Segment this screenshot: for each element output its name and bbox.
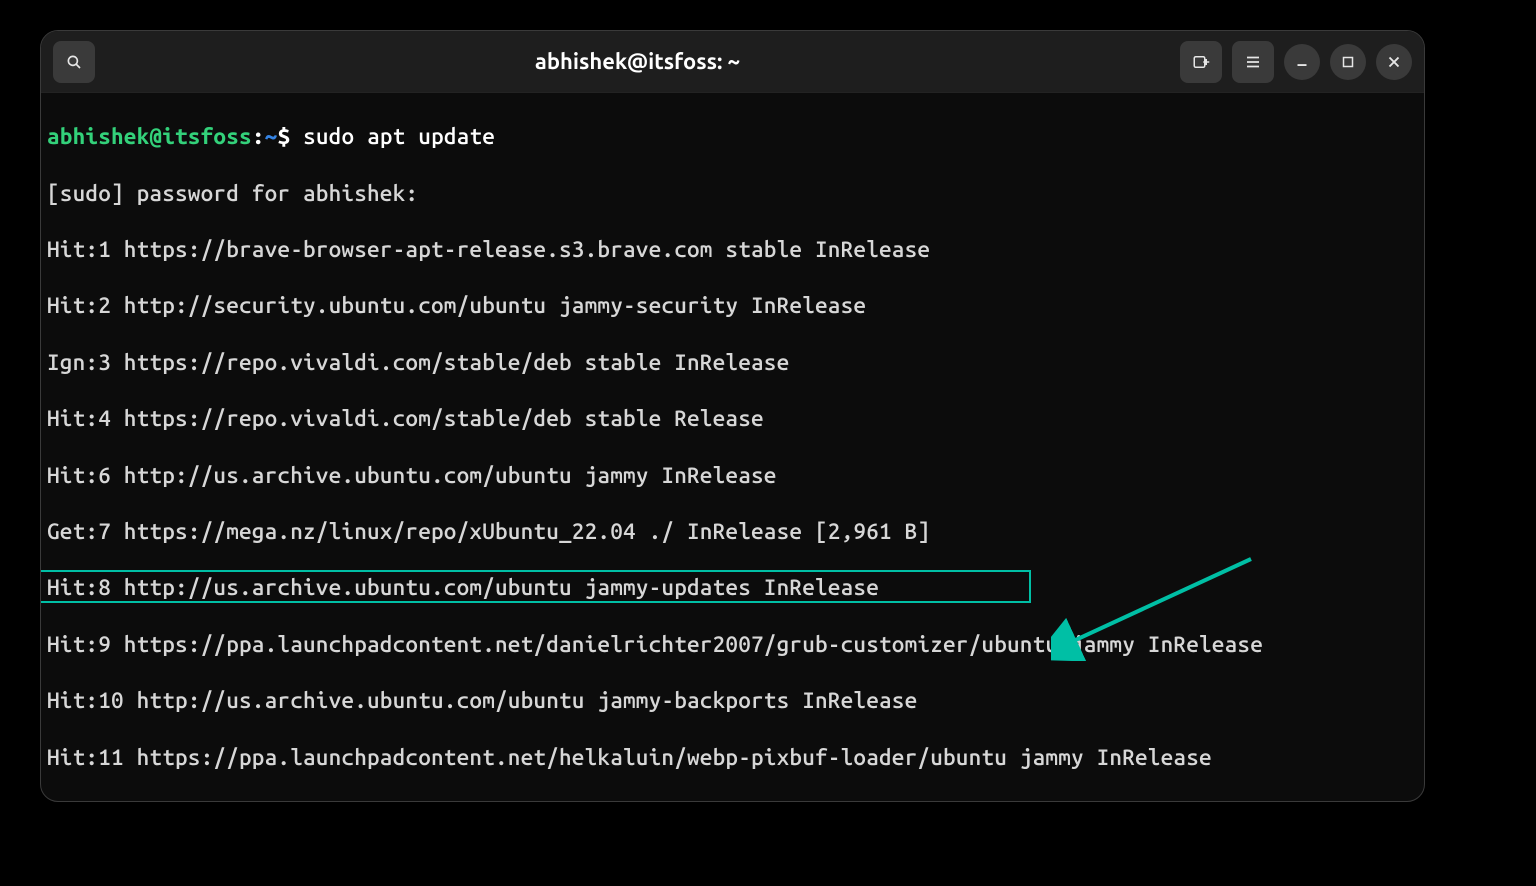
output-line: Hit:1 https://brave-browser-apt-release.… — [47, 236, 1418, 264]
close-button[interactable] — [1376, 44, 1412, 80]
output-line: Hit:8 http://us.archive.ubuntu.com/ubunt… — [47, 574, 1418, 602]
window-title: abhishek@itsfoss: ~ — [95, 49, 1180, 74]
output-line: Hit:10 http://us.archive.ubuntu.com/ubun… — [47, 687, 1418, 715]
output-line: Get:7 https://mega.nz/linux/repo/xUbuntu… — [47, 518, 1418, 546]
prompt-path: ~ — [265, 124, 278, 149]
output-line: Hit:2 http://security.ubuntu.com/ubuntu … — [47, 292, 1418, 320]
command-text: sudo apt update — [303, 124, 495, 149]
output-line: Hit:9 https://ppa.launchpadcontent.net/d… — [47, 631, 1418, 659]
titlebar: abhishek@itsfoss: ~ — [41, 31, 1424, 93]
prompt-colon: : — [252, 124, 265, 149]
prompt-line: abhishek@itsfoss:~$ sudo apt update — [47, 123, 1418, 151]
output-line: Hit:6 http://us.archive.ubuntu.com/ubunt… — [47, 462, 1418, 490]
menu-button[interactable] — [1232, 41, 1274, 83]
terminal-window: abhishek@itsfoss: ~ abhishek@itsfoss:~$ … — [40, 30, 1425, 802]
prompt-user-host: abhishek@itsfoss — [47, 124, 252, 149]
new-tab-button[interactable] — [1180, 41, 1222, 83]
maximize-button[interactable] — [1330, 44, 1366, 80]
output-line: Hit:4 https://repo.vivaldi.com/stable/de… — [47, 405, 1418, 433]
output-line: Ign:3 https://repo.vivaldi.com/stable/de… — [47, 349, 1418, 377]
search-button[interactable] — [53, 41, 95, 83]
output-line: Hit:11 https://ppa.launchpadcontent.net/… — [47, 744, 1418, 772]
minimize-button[interactable] — [1284, 44, 1320, 80]
terminal-body[interactable]: abhishek@itsfoss:~$ sudo apt update [sud… — [41, 93, 1424, 801]
output-line: [sudo] password for abhishek: — [47, 180, 1418, 208]
output-line: Hit:12 https://ppa.launchpadcontent.net/… — [47, 800, 1418, 802]
prompt-symbol: $ — [277, 124, 290, 149]
